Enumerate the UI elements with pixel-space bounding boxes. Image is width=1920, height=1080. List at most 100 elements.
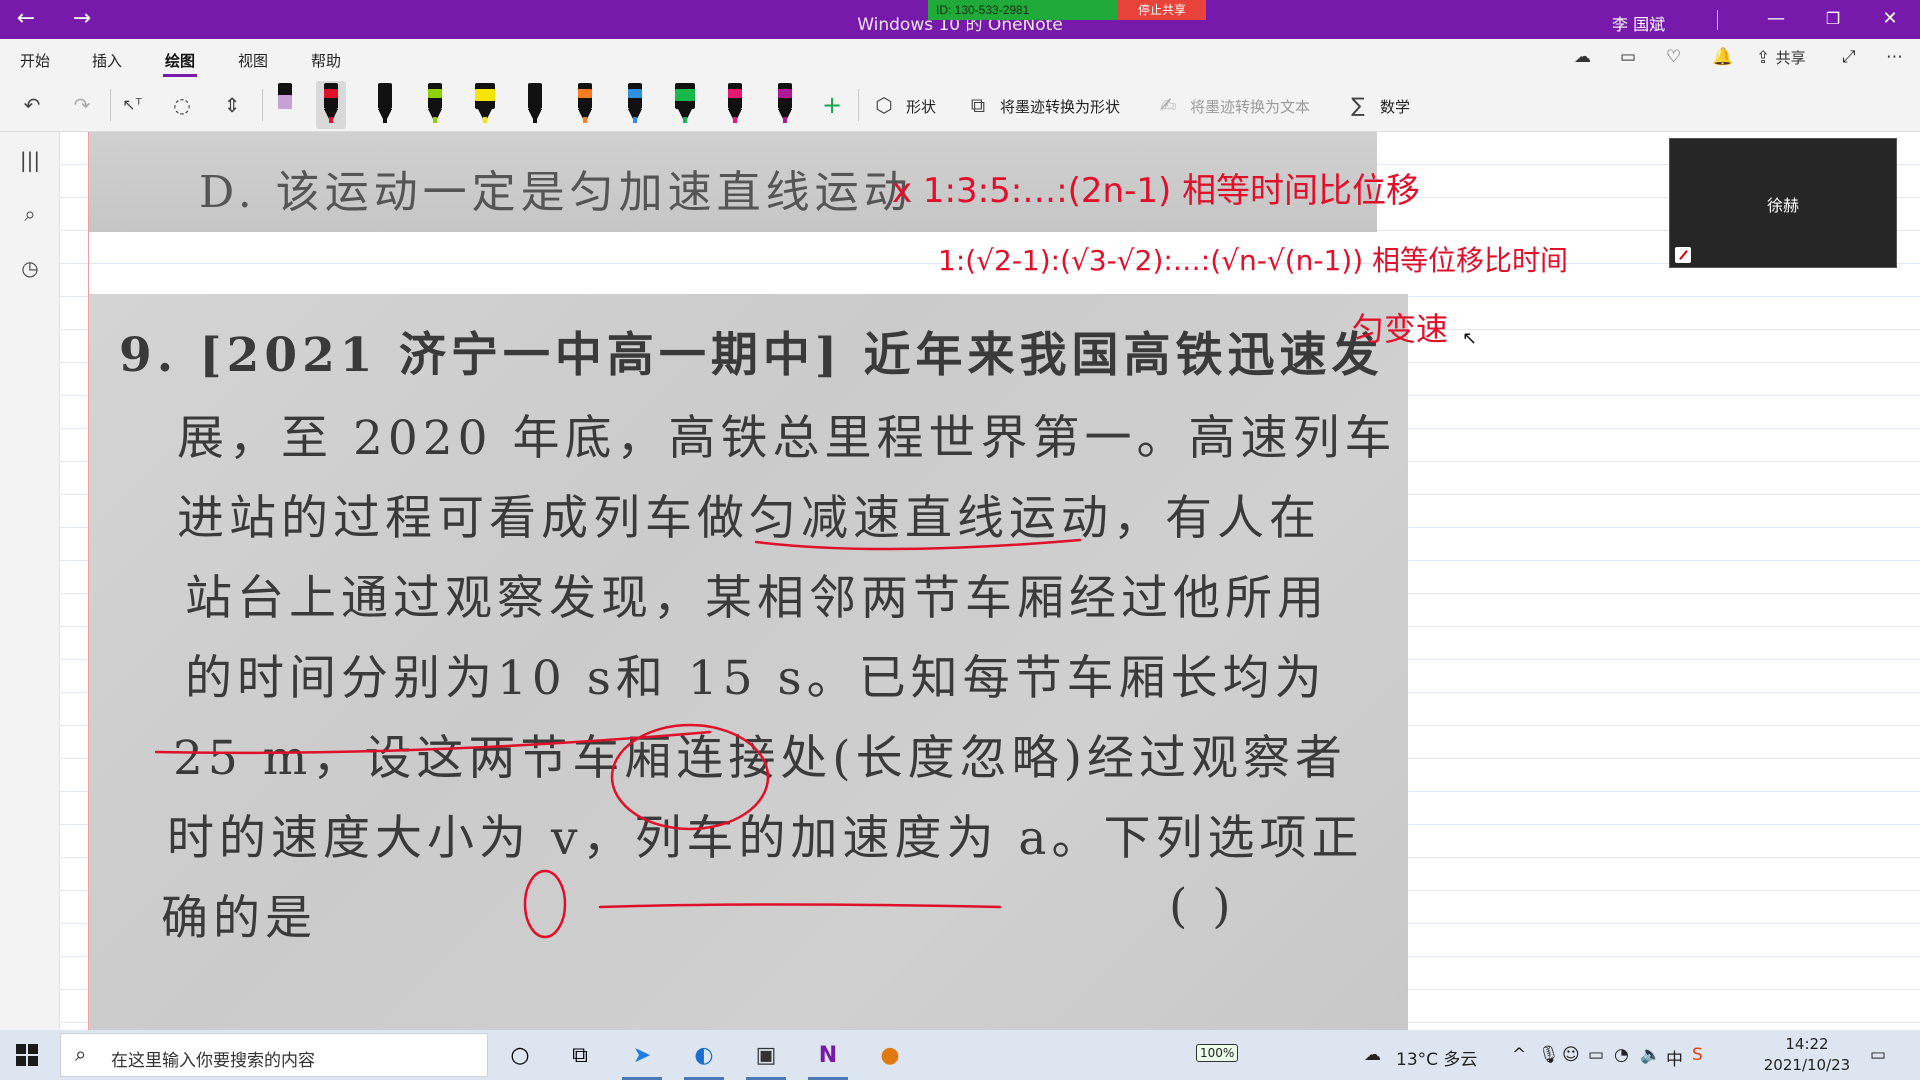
ink-note: 1:(√2-1):(√3-√2):…:(√n-√(n-1)) 相等位移比时间 xyxy=(938,244,1568,277)
ink-to-text-icon: ✍ xyxy=(1159,93,1177,117)
toolbar-divider xyxy=(262,89,263,121)
tab-insert[interactable]: 插入 xyxy=(92,50,122,71)
pen-pen-swatch[interactable] xyxy=(570,81,600,129)
lasso-select-icon[interactable]: ◌ xyxy=(168,91,196,119)
weather-icon[interactable]: ☁ xyxy=(1364,1045,1381,1065)
ribbon-tabs: 开始 插入 绘图 视图 帮助 ☁ ▭ ♡ 🔔 ⇪ 共享 ⤢ ⋯ xyxy=(0,39,1920,79)
ink-circle xyxy=(610,723,770,831)
pen-part xyxy=(728,89,742,98)
ime-indicator[interactable]: 中 xyxy=(1666,1045,1683,1070)
pen-part xyxy=(383,117,387,123)
pen-pen-swatch[interactable] xyxy=(420,81,450,129)
mouse-cursor-icon: ↖ xyxy=(1462,328,1478,349)
shapes-button[interactable]: 形状 xyxy=(906,96,936,117)
pen-part xyxy=(633,117,637,123)
pen-part xyxy=(324,89,338,98)
show-hidden-icons-icon[interactable]: ^ xyxy=(1512,1045,1526,1065)
lightbulb-icon[interactable]: ♡ xyxy=(1666,47,1681,67)
ink-to-shape-button[interactable]: 将墨迹转换为形状 xyxy=(1000,96,1120,117)
note-page[interactable]: D. 该运动一定是匀加速直线运动 9. [2021 济宁一中高一期中] 近年来我… xyxy=(60,132,1920,1030)
onenote-app-icon[interactable]: N xyxy=(802,1035,854,1080)
share-label: 共享 xyxy=(1775,49,1806,67)
title-bar: ← → Windows 10 的 OneNote ID: 130-533-298… xyxy=(0,0,1920,39)
undo-icon[interactable]: ↶ xyxy=(18,91,46,119)
microphone-icon[interactable]: 🎙 xyxy=(1538,1045,1560,1065)
share-id: ID: 130-533-2981 xyxy=(928,0,1118,20)
pen-part xyxy=(628,89,642,98)
ink-annotations[interactable]: x 1:3:5:…:(2n-1) 相等时间比位移 1:(√2-1):(√3-√2… xyxy=(60,132,1920,1030)
notifications-icon[interactable]: ▭ xyxy=(1870,1045,1886,1065)
pen-pen-swatch[interactable] xyxy=(770,81,800,129)
shapes-icon[interactable]: ⬡ xyxy=(870,91,898,119)
minimize-button[interactable]: — xyxy=(1753,4,1799,34)
ink-underline xyxy=(598,903,1002,909)
edge-browser-icon[interactable]: ◐ xyxy=(678,1035,730,1080)
user-name[interactable]: 李 国斌 xyxy=(1612,11,1665,35)
ink-circle xyxy=(523,869,567,939)
pen-pen-swatch[interactable] xyxy=(316,81,346,129)
tab-home[interactable]: 开始 xyxy=(20,50,50,71)
participant-name: 徐赫 xyxy=(1766,196,1799,215)
ink-to-text-button: 将墨迹转换为文本 xyxy=(1190,98,1311,116)
search-icon: ⌕ xyxy=(75,1042,87,1066)
screen-share-banner: ID: 130-533-2981 停止共享 xyxy=(928,0,1206,20)
volume-icon[interactable]: 🔈 xyxy=(1640,1045,1661,1065)
pen-pattern-swatch[interactable] xyxy=(520,81,550,129)
pen-highlighter-swatch[interactable] xyxy=(470,81,500,129)
qq-icon[interactable]: ☺ xyxy=(1562,1045,1580,1065)
cortana-icon[interactable]: ○ xyxy=(494,1035,546,1077)
sync-icon[interactable]: ☁ xyxy=(1574,47,1591,67)
network-icon[interactable]: ◔ xyxy=(1614,1045,1629,1065)
math-icon[interactable]: ∑ xyxy=(1344,91,1372,119)
battery-indicator[interactable]: 100% xyxy=(1196,1044,1239,1062)
pen-part xyxy=(475,89,495,101)
pen-part xyxy=(733,117,737,123)
notebook-icon[interactable]: ▭ xyxy=(1620,47,1636,67)
system-clock[interactable]: 14:22 2021/10/23 xyxy=(1762,1034,1852,1076)
pen-part xyxy=(683,117,687,123)
pen-pen-swatch[interactable] xyxy=(370,81,400,129)
redo-icon[interactable]: ↷ xyxy=(68,91,96,119)
clock-date: 2021/10/23 xyxy=(1763,1056,1851,1074)
math-button[interactable]: 数学 xyxy=(1380,96,1410,117)
app-feishu-icon[interactable]: ➤ xyxy=(616,1035,668,1080)
taskbar-search-box[interactable]: ⌕ 在这里输入你要搜索的内容 xyxy=(60,1033,488,1077)
type-select-icon[interactable]: ↖ᵀ xyxy=(118,91,146,119)
bell-icon[interactable]: 🔔 xyxy=(1712,47,1733,67)
close-button[interactable]: ✕ xyxy=(1867,4,1913,34)
windows-start-icon[interactable] xyxy=(16,1044,38,1066)
camera-app-icon[interactable]: ▣ xyxy=(740,1035,792,1080)
toolbar-divider xyxy=(110,89,111,121)
add-pen-icon[interactable]: + xyxy=(818,91,846,119)
stop-share-button[interactable]: 停止共享 xyxy=(1118,0,1206,20)
sogou-input-icon[interactable]: S xyxy=(1692,1045,1703,1065)
pen-eraser-swatch[interactable] xyxy=(270,81,300,129)
restore-button[interactable]: ❐ xyxy=(1810,4,1856,34)
weather-text[interactable]: 13°C 多云 xyxy=(1396,1045,1477,1070)
battery-icon[interactable]: ▭ xyxy=(1588,1045,1604,1065)
fullscreen-icon[interactable]: ⤢ xyxy=(1842,47,1856,67)
search-placeholder: 在这里输入你要搜索的内容 xyxy=(111,1051,315,1071)
add-space-icon[interactable]: ⇕ xyxy=(218,91,246,119)
participant-video-tile[interactable]: 徐赫 xyxy=(1669,138,1897,268)
titlebar-divider xyxy=(1717,10,1718,30)
toolbar-divider xyxy=(858,89,859,121)
ink-note: 匀变速 xyxy=(1352,310,1448,348)
search-icon[interactable]: ⌕ xyxy=(16,200,44,228)
tab-draw[interactable]: 绘图 xyxy=(162,50,198,77)
pen-pen-swatch[interactable] xyxy=(620,81,650,129)
more-options-icon[interactable]: ⋯ xyxy=(1886,47,1903,67)
notebooks-icon[interactable]: ||| xyxy=(16,146,44,174)
pen-highlighter-swatch[interactable] xyxy=(670,81,700,129)
tab-help[interactable]: 帮助 xyxy=(311,50,341,71)
ink-underline xyxy=(754,538,1082,551)
pen-pattern-swatch[interactable] xyxy=(720,81,750,129)
share-button[interactable]: ⇪ 共享 xyxy=(1756,47,1806,68)
ink-to-shape-icon[interactable]: ⧉ xyxy=(964,91,992,119)
task-view-icon[interactable]: ⧉ xyxy=(554,1035,606,1077)
browser-app-icon[interactable]: ● xyxy=(864,1035,916,1077)
pen-part xyxy=(278,95,292,109)
tab-view[interactable]: 视图 xyxy=(238,50,268,71)
microphone-muted-icon xyxy=(1675,247,1691,263)
recent-clock-icon[interactable]: ◷ xyxy=(16,254,44,282)
